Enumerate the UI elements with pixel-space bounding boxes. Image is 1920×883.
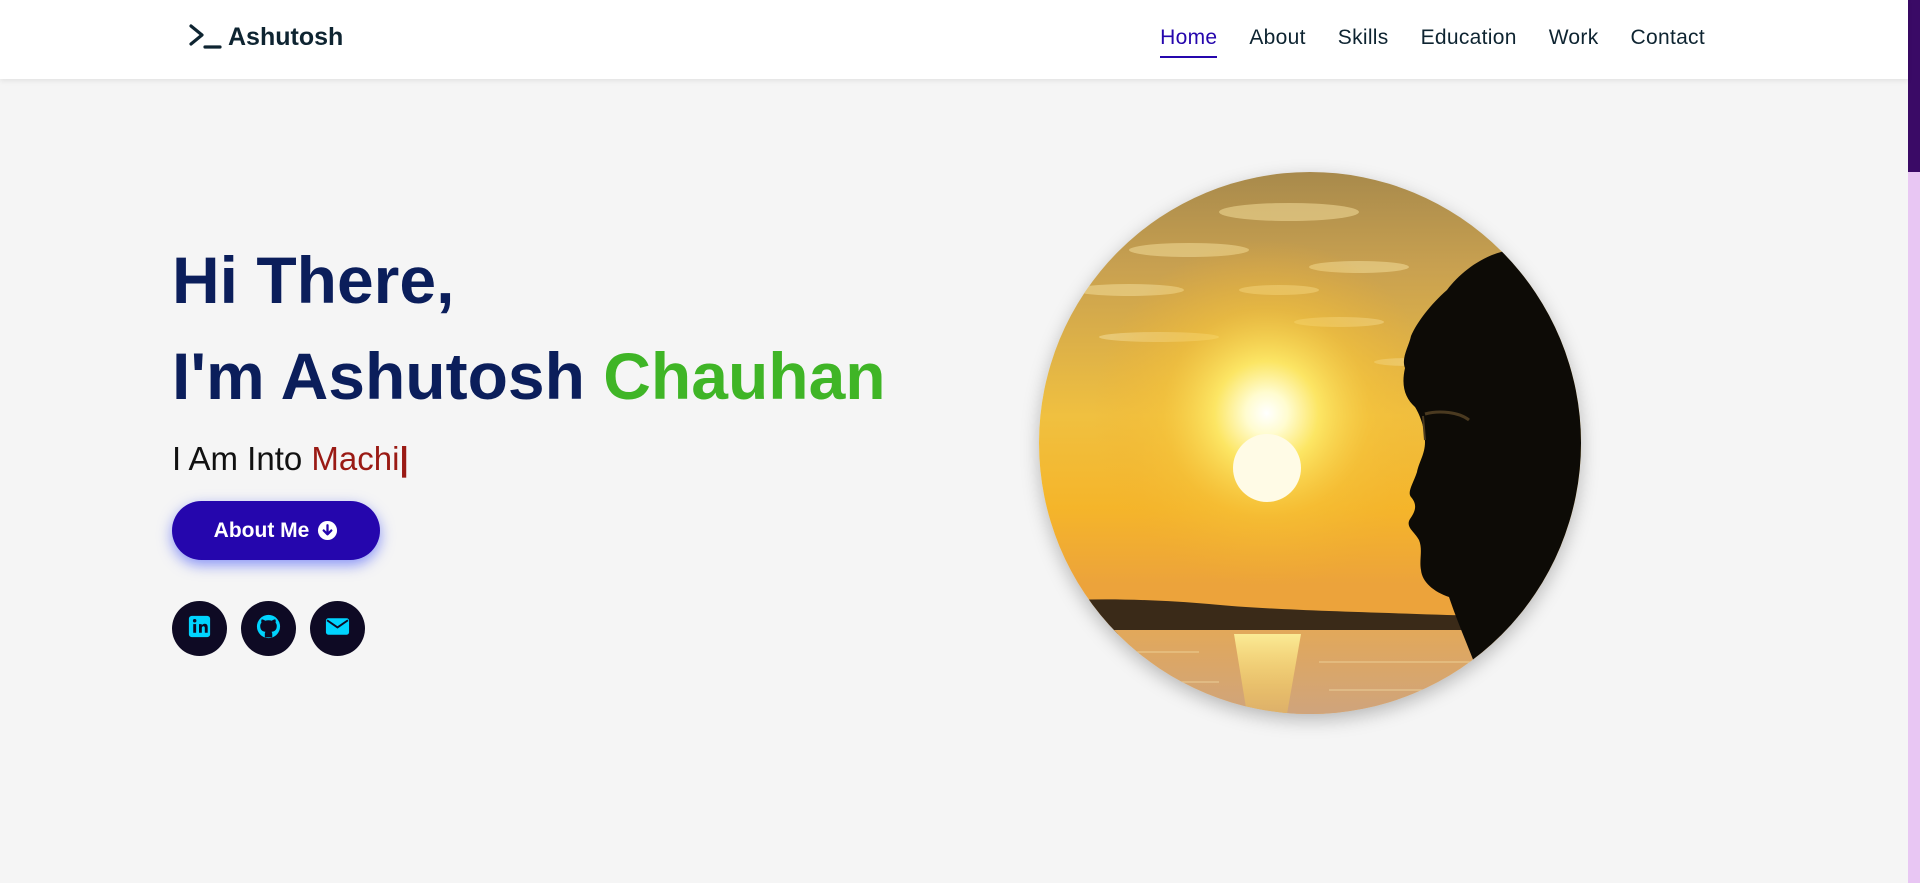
hero-greeting: Hi There, xyxy=(172,243,455,317)
nav-link-about[interactable]: About xyxy=(1249,22,1305,58)
nav-item-skills: Skills xyxy=(1338,22,1389,58)
nav-item-contact: Contact xyxy=(1631,22,1705,58)
terminal-prompt-icon xyxy=(188,22,222,52)
nav-link-work[interactable]: Work xyxy=(1549,22,1599,58)
arrow-circle-down-icon xyxy=(317,520,338,541)
nav-link-skills[interactable]: Skills xyxy=(1338,22,1389,58)
logo-link[interactable]: Ashutosh xyxy=(188,22,343,52)
mail-icon xyxy=(324,613,351,645)
social-links xyxy=(172,601,365,656)
scrollbar-thumb[interactable] xyxy=(1908,0,1920,172)
logo-text: Ashutosh xyxy=(228,22,344,51)
nav-item-about: About xyxy=(1249,22,1305,58)
page-scrollbar[interactable] xyxy=(1908,0,1920,883)
typed-word: Machi xyxy=(311,440,400,477)
email-link[interactable] xyxy=(310,601,365,656)
nav-link-education[interactable]: Education xyxy=(1421,22,1517,58)
page: Ashutosh Home About Skills Education Wor… xyxy=(0,0,1920,883)
nav-link-home[interactable]: Home xyxy=(1160,22,1218,58)
linkedin-link[interactable] xyxy=(172,601,227,656)
github-link[interactable] xyxy=(241,601,296,656)
github-icon xyxy=(255,613,282,645)
hero-name-prefix: I'm Ashutosh xyxy=(172,339,585,413)
nav-link-contact[interactable]: Contact xyxy=(1631,22,1705,58)
about-me-button[interactable]: About Me xyxy=(172,501,380,560)
hero-name: I'm Ashutosh Chauhan xyxy=(172,328,886,424)
about-me-button-label: About Me xyxy=(213,518,310,542)
hero-name-highlight: Chauhan xyxy=(603,339,886,413)
nav-item-education: Education xyxy=(1421,22,1517,58)
navbar: Ashutosh Home About Skills Education Wor… xyxy=(0,0,1908,79)
linkedin-icon xyxy=(186,613,213,645)
sunset-silhouette-image xyxy=(1039,172,1581,714)
nav-item-home: Home xyxy=(1160,22,1218,58)
hero-section: Hi There, I'm Ashutosh Chauhan I Am Into… xyxy=(172,232,886,656)
typed-tagline: I Am Into Machi| xyxy=(172,440,886,478)
profile-photo xyxy=(1039,172,1581,714)
typing-caret: | xyxy=(399,440,409,477)
nav-menu: Home About Skills Education Work Contact xyxy=(1160,0,1705,79)
nav-item-work: Work xyxy=(1549,22,1599,58)
typed-prefix: I Am Into xyxy=(172,440,303,477)
